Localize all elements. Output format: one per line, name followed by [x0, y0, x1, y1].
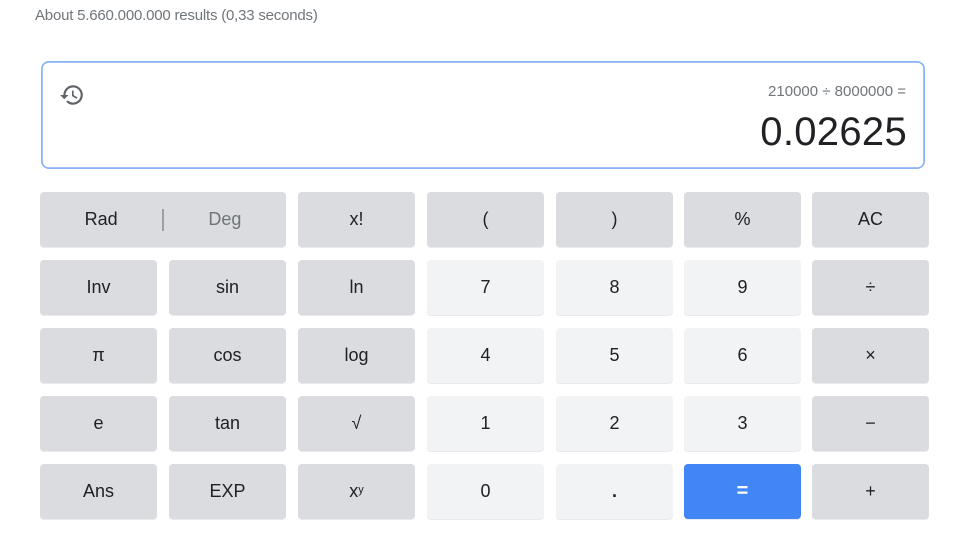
calculator-display: 210000 ÷ 8000000 = 0.02625 [41, 61, 925, 169]
power-exponent-label: y [358, 483, 364, 496]
digit-7-button[interactable]: 7 [427, 260, 544, 315]
result-stats: About 5.660.000.000 results (0,33 second… [35, 7, 318, 24]
cos-button[interactable]: cos [169, 328, 286, 383]
digit-1-button[interactable]: 1 [427, 396, 544, 451]
percent-button[interactable]: % [684, 192, 801, 247]
expression-text: 210000 ÷ 8000000 = [768, 83, 906, 100]
sin-button[interactable]: sin [169, 260, 286, 315]
factorial-button[interactable]: x! [298, 192, 415, 247]
tan-button[interactable]: tan [169, 396, 286, 451]
digit-6-button[interactable]: 6 [684, 328, 801, 383]
digit-4-button[interactable]: 4 [427, 328, 544, 383]
sqrt-button[interactable]: √ [298, 396, 415, 451]
ln-button[interactable]: ln [298, 260, 415, 315]
power-button[interactable]: xy [298, 464, 415, 519]
e-button[interactable]: e [40, 396, 157, 451]
angle-mode-toggle[interactable]: Rad Deg [40, 192, 286, 247]
decimal-button[interactable]: . [556, 464, 673, 519]
result-value: 0.02625 [760, 110, 907, 154]
clear-button[interactable]: AC [812, 192, 929, 247]
minus-button[interactable]: − [812, 396, 929, 451]
digit-8-button[interactable]: 8 [556, 260, 673, 315]
power-base-label: x [349, 481, 359, 501]
digit-5-button[interactable]: 5 [556, 328, 673, 383]
ans-button[interactable]: Ans [40, 464, 157, 519]
log-button[interactable]: log [298, 328, 415, 383]
digit-3-button[interactable]: 3 [684, 396, 801, 451]
digit-2-button[interactable]: 2 [556, 396, 673, 451]
inv-button[interactable]: Inv [40, 260, 157, 315]
rad-button[interactable]: Rad [40, 209, 162, 230]
open-paren-button[interactable]: ( [427, 192, 544, 247]
digit-0-button[interactable]: 0 [427, 464, 544, 519]
deg-button[interactable]: Deg [164, 209, 286, 230]
digit-9-button[interactable]: 9 [684, 260, 801, 315]
divide-button[interactable]: ÷ [812, 260, 929, 315]
exp-button[interactable]: EXP [169, 464, 286, 519]
close-paren-button[interactable]: ) [556, 192, 673, 247]
multiply-button[interactable]: × [812, 328, 929, 383]
history-icon[interactable] [59, 82, 85, 108]
equals-button[interactable]: = [684, 464, 801, 519]
plus-button[interactable]: + [812, 464, 929, 519]
pi-button[interactable]: π [40, 328, 157, 383]
